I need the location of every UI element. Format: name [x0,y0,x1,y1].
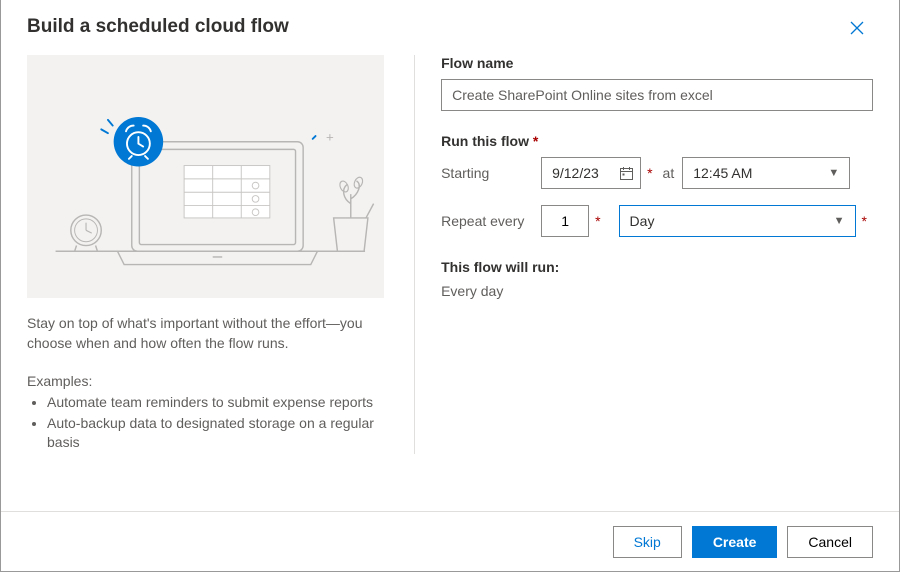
starting-time-select[interactable]: 12:45 AM ▼ [682,157,850,189]
repeat-row: Repeat every * Day ▼ * [441,205,873,237]
starting-time-value: 12:45 AM [693,165,752,181]
chevron-down-icon: ▼ [828,167,839,179]
repeat-unit-select[interactable]: Day ▼ [619,205,856,237]
starting-label: Starting [441,165,541,181]
required-indicator: * [647,165,652,181]
dialog-footer: Skip Create Cancel [1,511,899,571]
scheduled-flow-illustration: + [27,55,384,298]
dialog-title: Build a scheduled cloud flow [27,16,289,38]
chevron-down-icon: ▼ [834,215,845,227]
close-icon[interactable] [841,16,873,43]
cancel-button[interactable]: Cancel [787,526,873,558]
left-pane: + Stay on top of what's important withou… [27,55,415,454]
flow-name-input[interactable] [441,79,873,111]
flow-name-group: Flow name [441,55,873,111]
required-indicator: * [862,213,867,229]
calendar-icon [619,166,634,181]
dialog-header: Build a scheduled cloud flow [1,0,899,55]
required-indicator: * [595,213,600,229]
description-text: Stay on top of what's important without … [27,314,384,353]
run-flow-label: Run this flow * [441,133,873,149]
skip-button[interactable]: Skip [613,526,682,558]
starting-date-value: 9/12/23 [552,165,599,181]
starting-date-input[interactable]: 9/12/23 [541,157,641,189]
repeat-unit-value: Day [630,213,655,229]
examples-heading: Examples: [27,373,384,389]
at-label: at [663,165,675,181]
flow-name-label: Flow name [441,55,873,71]
repeat-number-input[interactable] [541,205,589,237]
svg-text:+: + [326,130,334,145]
example-item: Auto-backup data to designated storage o… [47,414,384,452]
examples-list: Automate team reminders to submit expens… [27,393,384,452]
starting-row: Starting 9/12/23 * at 12:45 AM ▼ [441,157,873,189]
will-run-value: Every day [441,283,873,299]
run-flow-group: Run this flow * Starting 9/12/23 * at 12… [441,133,873,237]
flow-run-summary: This flow will run: Every day [441,259,873,299]
dialog-body: + Stay on top of what's important withou… [1,55,899,454]
right-pane: Flow name Run this flow * Starting 9/12/… [415,55,873,454]
create-button[interactable]: Create [692,526,778,558]
will-run-label: This flow will run: [441,259,873,275]
example-item: Automate team reminders to submit expens… [47,393,384,412]
repeat-label: Repeat every [441,213,541,229]
